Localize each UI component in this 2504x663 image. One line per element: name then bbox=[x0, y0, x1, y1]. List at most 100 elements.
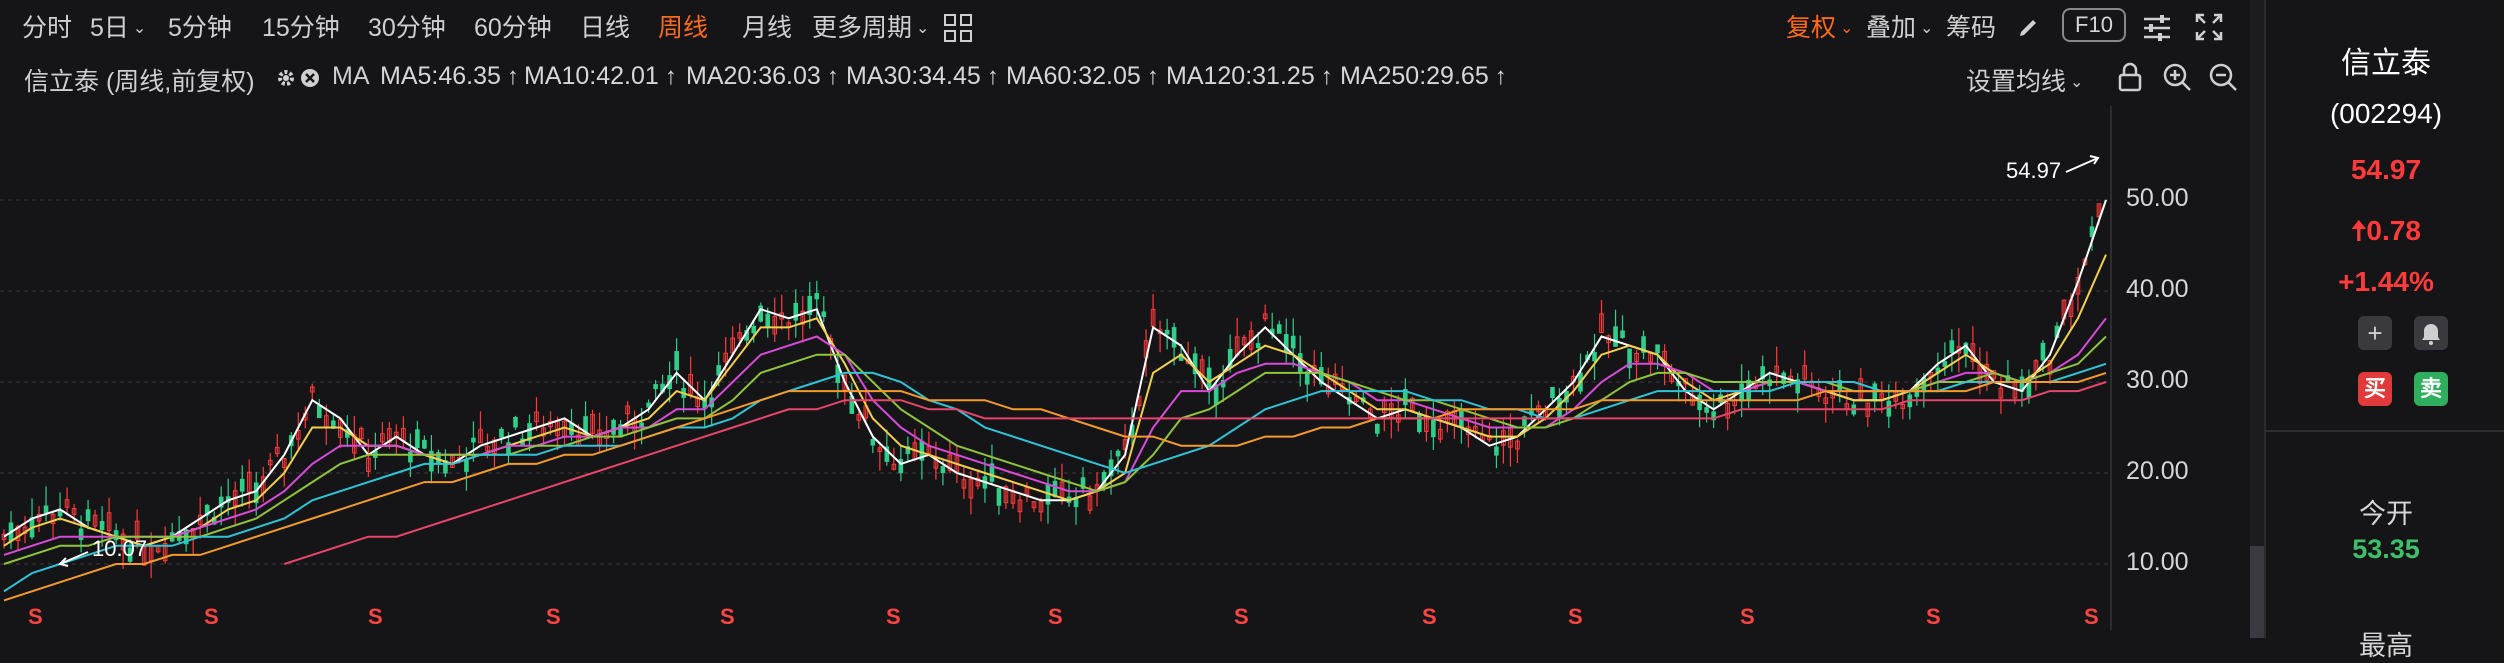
candle-body bbox=[471, 437, 476, 443]
ma120-up-arrow: ↑ bbox=[1320, 63, 1333, 90]
zoom-in-icon[interactable] bbox=[2162, 62, 2192, 92]
more-periods-dropdown[interactable]: 更多周期 ⌄ bbox=[812, 12, 929, 45]
ma30-up-arrow: ↑ bbox=[986, 63, 999, 90]
ma20-up-arrow: ↑ bbox=[826, 63, 839, 90]
gear-icon[interactable] bbox=[276, 68, 296, 88]
s-marker[interactable]: S bbox=[720, 604, 735, 630]
overlay-dropdown[interactable]: 叠加 ⌄ bbox=[1866, 12, 1933, 45]
low-price-annotation: 10.07 bbox=[92, 536, 148, 561]
y-axis-line bbox=[2110, 106, 2112, 630]
period-tab-15min[interactable]: 15分钟 bbox=[262, 12, 340, 44]
ma5-up-arrow: ↑ bbox=[506, 63, 519, 90]
candle-body bbox=[1115, 450, 1121, 457]
candle-body bbox=[674, 351, 679, 371]
candle-body bbox=[2040, 342, 2046, 361]
panel-divider bbox=[2266, 430, 2504, 432]
ma-settings-dropdown[interactable]: 设置均线 ⌄ bbox=[1966, 62, 2083, 98]
s-marker[interactable]: S bbox=[28, 604, 43, 630]
candle-body bbox=[639, 422, 644, 428]
last-price: 54.97 bbox=[2350, 154, 2422, 185]
ma20-line bbox=[3, 317, 2107, 556]
s-marker[interactable]: S bbox=[1048, 604, 1063, 630]
chevron-down-icon: ⌄ bbox=[1920, 20, 1934, 37]
candle-body bbox=[1557, 397, 1562, 419]
ma30-value: MA30:34.45 ↑ bbox=[846, 62, 999, 91]
candle-body bbox=[1375, 423, 1380, 434]
candle-body bbox=[1620, 330, 1625, 338]
close-circle-icon[interactable] bbox=[300, 68, 320, 88]
candle-body bbox=[1704, 407, 1709, 413]
s-marker[interactable]: S bbox=[204, 604, 219, 630]
period-tab-30min[interactable]: 30分钟 bbox=[368, 12, 446, 44]
period-tab-5day-label: 5日 bbox=[90, 14, 129, 42]
s-marker[interactable]: S bbox=[1234, 604, 1249, 630]
draw-pen-icon[interactable] bbox=[2016, 16, 2040, 40]
candle-body bbox=[583, 416, 588, 433]
ma-legend-row: 信立泰 (周线,前复权) MA MA5:46.35 ↑ MA10:42.01 ↑ M… bbox=[0, 58, 2250, 98]
candle-body bbox=[1164, 329, 1170, 335]
s-marker[interactable]: S bbox=[886, 604, 901, 630]
candle-body bbox=[499, 428, 504, 438]
candle-body bbox=[408, 451, 413, 463]
ma250-up-arrow: ↑ bbox=[1494, 63, 1507, 90]
candle-body bbox=[1206, 367, 1212, 388]
y-tick-50: 50.00 bbox=[2126, 184, 2189, 212]
alert-bell-button[interactable] bbox=[2414, 316, 2448, 350]
chips-button[interactable]: 筹码 bbox=[1946, 12, 1996, 44]
ma60-value: MA60:32.05 ↑ bbox=[1006, 62, 1159, 91]
ma120-label: MA120:31.25 bbox=[1166, 62, 1315, 90]
period-tab-5min[interactable]: 5分钟 bbox=[168, 12, 232, 44]
candle-body bbox=[940, 466, 946, 474]
ma120-value: MA120:31.25 ↑ bbox=[1166, 62, 1333, 91]
s-marker[interactable]: S bbox=[1422, 604, 1437, 630]
period-tab-monthly[interactable]: 月线 bbox=[742, 12, 792, 44]
candle-body bbox=[239, 478, 245, 492]
period-tab-weekly[interactable]: 周线 bbox=[658, 12, 708, 44]
candle-body bbox=[1886, 400, 1892, 417]
s-marker[interactable]: S bbox=[2084, 604, 2099, 630]
vertical-divider bbox=[2250, 0, 2264, 638]
y-tick-40: 40.00 bbox=[2126, 275, 2189, 303]
fullscreen-icon[interactable] bbox=[2194, 12, 2224, 42]
period-tab-5day[interactable]: 5日 ⌄ bbox=[90, 12, 146, 45]
grid-layout-icon[interactable] bbox=[944, 14, 972, 42]
f10-button[interactable]: F10 bbox=[2062, 8, 2126, 42]
quote-panel: 信立泰 (002294) 54.97 🠅0.78 +1.44% + 买 卖 今开… bbox=[2264, 0, 2504, 661]
lock-icon[interactable] bbox=[2116, 62, 2144, 92]
ma20-value: MA20:36.03 ↑ bbox=[686, 62, 839, 91]
ma250-label: MA250:29.65 bbox=[1340, 62, 1489, 90]
candle-body bbox=[1255, 343, 1261, 348]
ma-indicator-label: MA bbox=[332, 62, 370, 90]
buy-button[interactable]: 买 bbox=[2358, 372, 2392, 406]
s-marker[interactable]: S bbox=[546, 604, 561, 630]
open-price-value: 53.35 bbox=[2352, 534, 2420, 564]
overlay-label: 叠加 bbox=[1866, 14, 1917, 42]
candle-body bbox=[611, 419, 616, 435]
s-marker[interactable]: S bbox=[368, 604, 383, 630]
settings-sliders-icon[interactable] bbox=[2142, 14, 2172, 42]
vertical-scrollbar[interactable] bbox=[2250, 546, 2264, 638]
chart-area[interactable]: 分时 5日 ⌄ 5分钟 15分钟 30分钟 60分钟 日线 周线 月线 更多周期 ⌄… bbox=[0, 0, 2250, 638]
high-price-label: 最高 bbox=[2359, 631, 2413, 661]
candle-body bbox=[464, 460, 469, 472]
period-tab-60min[interactable]: 60分钟 bbox=[474, 12, 552, 44]
candle-body bbox=[821, 311, 827, 317]
fuquan-dropdown[interactable]: 复权 ⌄ bbox=[1786, 12, 1853, 45]
kline-plot[interactable] bbox=[0, 106, 2150, 638]
candle-body bbox=[751, 325, 757, 334]
period-tab-daily[interactable]: 日线 bbox=[580, 12, 630, 44]
candle-body bbox=[1276, 324, 1282, 334]
period-toolbar: 分时 5日 ⌄ 5分钟 15分钟 30分钟 60分钟 日线 周线 月线 更多周期 ⌄… bbox=[0, 0, 2250, 56]
candle-body bbox=[1949, 340, 1955, 354]
s-marker[interactable]: S bbox=[1926, 604, 1941, 630]
sell-button[interactable]: 卖 bbox=[2414, 372, 2448, 406]
add-watchlist-button[interactable]: + bbox=[2358, 316, 2392, 350]
fuquan-label: 复权 bbox=[1786, 14, 1837, 42]
period-tab-fenshi[interactable]: 分时 bbox=[22, 12, 72, 44]
s-marker[interactable]: S bbox=[1740, 604, 1755, 630]
candle-body bbox=[317, 405, 322, 419]
s-marker[interactable]: S bbox=[1568, 604, 1583, 630]
stock-name: 信立泰 bbox=[2341, 47, 2431, 80]
zoom-out-icon[interactable] bbox=[2208, 62, 2238, 92]
candle-body bbox=[1655, 344, 1660, 354]
